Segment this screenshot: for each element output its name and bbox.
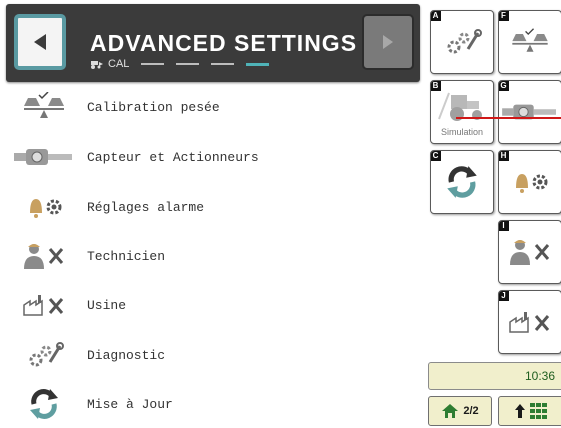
- softkey-h-alarm[interactable]: H: [498, 150, 561, 214]
- factory-icon: [509, 312, 550, 333]
- page-indicator-dash-active: [246, 62, 270, 66]
- key-letter: G: [499, 81, 509, 91]
- scale-calibration-icon: [14, 89, 74, 125]
- page-indicator-dash: [176, 63, 200, 65]
- key-letter: I: [499, 221, 509, 231]
- key-letter: C: [431, 151, 441, 161]
- key-letter: A: [431, 11, 441, 21]
- breadcrumb-label: CAL: [108, 58, 130, 70]
- menu-label: Mise à Jour: [87, 396, 173, 412]
- menu-item-technician[interactable]: Technicien: [0, 233, 420, 279]
- menu-label: Réglages alarme: [87, 199, 205, 215]
- page-up-button[interactable]: [498, 396, 561, 426]
- softkey-g-sensors[interactable]: G: [498, 80, 561, 144]
- page-indicator-dash: [211, 63, 235, 65]
- tractor-small-icon: [91, 61, 103, 69]
- update-icon: [14, 386, 74, 422]
- menu-item-sensors[interactable]: Capteur et Actionneurs: [0, 134, 420, 180]
- menu-item-alarm[interactable]: Réglages alarme: [0, 184, 420, 230]
- key-letter: F: [499, 11, 509, 21]
- diagnostic-icon: [14, 337, 74, 373]
- sensor-icon: [502, 104, 556, 120]
- simulation-label: Simulation: [440, 127, 484, 137]
- page-title: ADVANCED SETTINGS: [90, 30, 358, 56]
- clock-time: 10:36: [524, 369, 555, 383]
- softkey-j-factory[interactable]: J: [498, 290, 561, 354]
- softkey-c-update[interactable]: C: [430, 150, 494, 214]
- arrow-up-icon: [515, 404, 525, 418]
- back-button[interactable]: [14, 14, 66, 70]
- home-icon: [442, 404, 459, 418]
- menu-label: Technicien: [87, 248, 166, 264]
- key-letter: J: [499, 291, 509, 301]
- alarm-settings-icon: [516, 174, 548, 193]
- arrow-left-icon: [34, 34, 46, 50]
- menu-item-update[interactable]: Mise à Jour: [0, 381, 420, 427]
- annotation-line: [456, 117, 561, 119]
- menu-item-diagnostic[interactable]: Diagnostic: [0, 332, 420, 378]
- page-indicator-dash: [141, 63, 165, 65]
- softkey-b-simulation[interactable]: B Simulation: [430, 80, 494, 144]
- scale-calibration-icon: [512, 28, 548, 52]
- header-bar: ADVANCED SETTINGS CAL: [6, 4, 420, 82]
- menu-item-factory[interactable]: Usine: [0, 282, 420, 328]
- key-letter: H: [499, 151, 509, 161]
- next-button[interactable]: [362, 14, 414, 70]
- sensor-icon: [14, 139, 74, 175]
- softkey-i-technician[interactable]: I: [498, 220, 561, 284]
- menu-label: Calibration pesée: [87, 99, 220, 115]
- menu-label: Capteur et Actionneurs: [87, 149, 259, 165]
- menu-item-calibration[interactable]: Calibration pesée: [0, 84, 420, 130]
- breadcrumb: CAL: [90, 58, 270, 70]
- technician-icon: [14, 238, 74, 274]
- softkey-a-diagnostic[interactable]: A: [430, 10, 494, 74]
- page-number: 2/2: [463, 405, 479, 417]
- clock-display: 10:36: [428, 362, 561, 390]
- alarm-settings-icon: [14, 189, 74, 225]
- menu-label: Diagnostic: [87, 347, 166, 363]
- key-letter: B: [431, 81, 441, 91]
- grid-icon: [530, 403, 547, 419]
- factory-icon: [14, 287, 74, 323]
- arrow-right-icon: [383, 35, 393, 49]
- softkey-f-calibration[interactable]: F: [498, 10, 561, 74]
- technician-icon: [510, 240, 550, 265]
- update-icon: [447, 166, 477, 198]
- home-button[interactable]: 2/2: [428, 396, 492, 426]
- menu-label: Usine: [87, 297, 127, 313]
- diagnostic-icon: [447, 29, 482, 54]
